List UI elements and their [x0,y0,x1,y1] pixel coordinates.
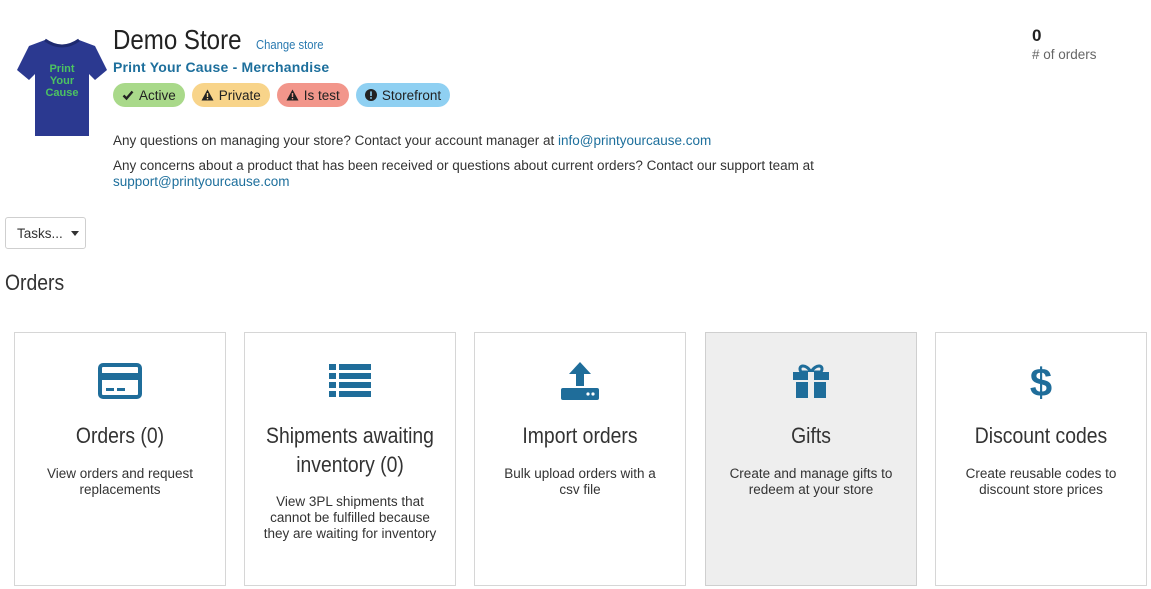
store-logo: Print Your Cause [15,36,109,140]
caret-down-icon [70,230,79,236]
store-header: Demo Store Change store Print Your Cause… [113,24,873,107]
status-badge-test: Is test [276,83,349,107]
tasks-dropdown-button[interactable]: Tasks... [5,217,86,249]
status-badge-storefront: Storefront [355,83,451,107]
card-description: View 3PL shipments that cannot be fulfil… [263,494,437,541]
badge-label: Private [218,87,261,103]
support-email-link[interactable]: support@printyourcause.com [113,174,290,189]
status-badge-private: Private [191,83,270,107]
svg-text:$: $ [1030,361,1052,402]
card-gifts[interactable]: Gifts Create and manage gifts to redeem … [705,332,917,586]
card-title: Import orders [522,423,638,448]
logo-text-1: Print [49,63,74,75]
section-title-orders: Orders [5,270,65,295]
support-text: Any concerns about a product that has be… [113,158,814,173]
card-title: Shipments awaiting inventory (0) [266,423,434,477]
card-title: Discount codes [974,423,1108,448]
card-import-orders[interactable]: Import orders Bulk upload orders with a … [474,332,686,586]
list-icon [329,364,371,397]
account-manager-info: Any questions on managing your store? Co… [113,133,711,149]
store-subtitle: Print Your Cause - Merchandise [113,59,330,75]
upload-icon [561,362,599,400]
gift-icon [793,364,829,398]
warning-icon [201,89,214,101]
card-shipments-awaiting-inventory[interactable]: Shipments awaiting inventory (0) View 3P… [244,332,456,586]
badge-label: Storefront [381,87,442,103]
status-badges: Active Private Is test Storefront [113,83,873,107]
change-store-link[interactable]: Change store [256,38,324,52]
tasks-label: Tasks... [17,225,63,241]
card-description: Create and manage gifts to redeem at you… [729,466,893,497]
store-title: Demo Store [113,24,242,55]
badge-label: Active [139,87,176,103]
card-discount-codes[interactable]: $ Discount codes Create reusable codes t… [935,332,1147,586]
card-description: Create reusable codes to discount store … [965,466,1117,497]
support-info: Any concerns about a product that has be… [113,158,873,190]
account-manager-text: Any questions on managing your store? Co… [113,133,559,148]
card-description: View orders and request replacements [46,466,194,497]
badge-label: Is test [303,87,340,103]
dollar-icon: $ [1030,361,1052,402]
exclamation-circle-icon [364,89,377,101]
orders-count-stat: 0 # of orders [1032,26,1097,62]
account-manager-email-link[interactable]: info@printyourcause.com [558,133,711,148]
status-badge-active: Active [113,83,185,107]
credit-card-icon [98,363,142,399]
card-title: Gifts [791,423,831,448]
card-orders[interactable]: Orders (0) View orders and request repla… [14,332,226,586]
card-title: Orders (0) [75,423,165,448]
check-icon [122,90,134,101]
logo-text-2: Your [50,75,75,87]
card-description: Bulk upload orders with a csv file [504,466,656,497]
orders-count-value: 0 [1032,26,1042,45]
warning-icon [286,89,299,101]
orders-count-label: # of orders [1032,47,1097,62]
logo-text-3: Cause [45,87,78,99]
